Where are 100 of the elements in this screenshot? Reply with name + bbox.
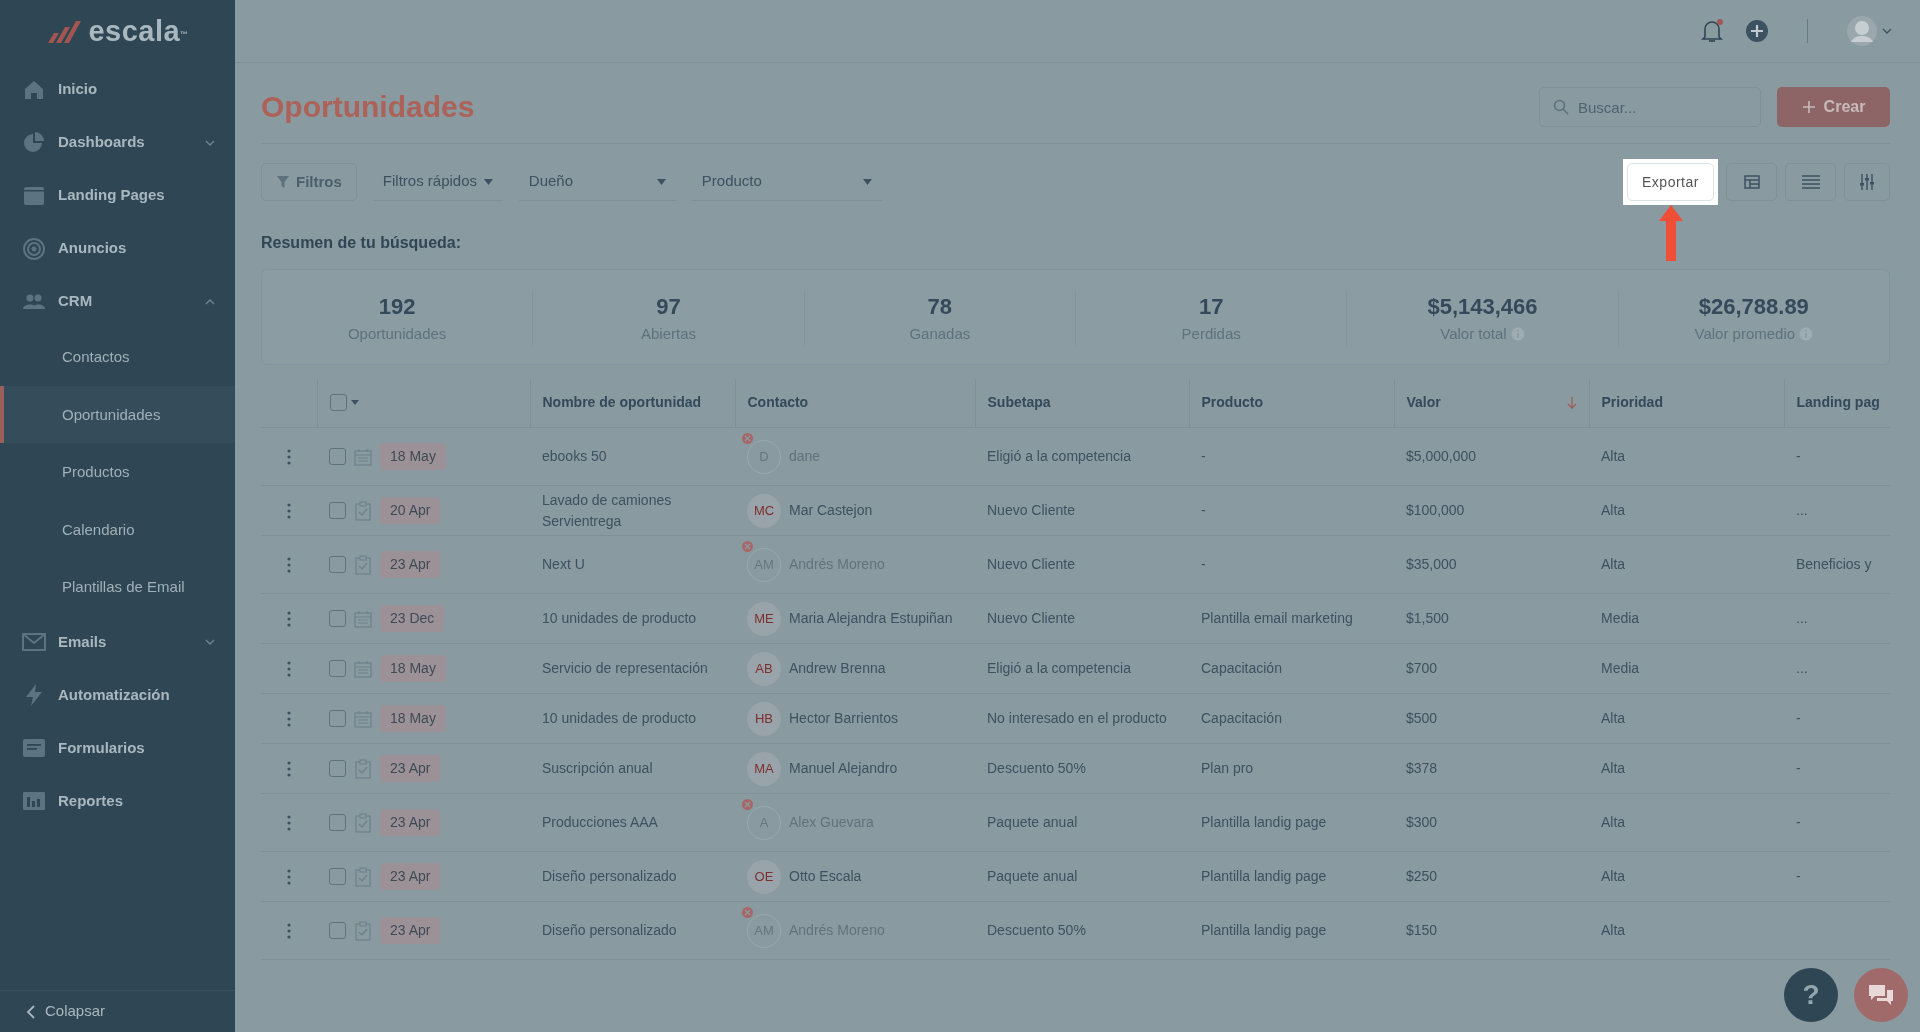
clipboard-check-icon[interactable] bbox=[354, 500, 372, 521]
table-cell: Nuevo Cliente bbox=[987, 556, 1075, 572]
column-header[interactable]: Prioridad bbox=[1601, 392, 1663, 414]
sidebar-item[interactable]: CRM bbox=[0, 275, 235, 328]
kebab-menu-icon[interactable] bbox=[287, 761, 291, 778]
date-badge: 23 Dec bbox=[380, 605, 445, 632]
table-cell: Capacitación bbox=[1201, 660, 1282, 676]
sidebar-subitem[interactable]: Calendario bbox=[0, 500, 235, 558]
contact-name[interactable]: Hector Barrientos bbox=[789, 708, 898, 729]
select-all-checkbox[interactable] bbox=[329, 394, 347, 412]
contact-name[interactable]: Mar Castejon bbox=[789, 500, 873, 521]
sidebar-item[interactable]: Inicio bbox=[0, 63, 235, 116]
column-header[interactable]: Subetapa bbox=[987, 392, 1051, 414]
contact-name[interactable]: Andrew Brenna bbox=[789, 658, 886, 679]
collapse-button[interactable]: Colapsar bbox=[0, 990, 235, 1032]
column-settings-button[interactable] bbox=[1844, 163, 1890, 201]
chevron-down-icon[interactable] bbox=[1882, 28, 1892, 34]
chat-button[interactable] bbox=[1854, 968, 1908, 1022]
kebab-menu-icon[interactable] bbox=[287, 711, 291, 728]
row-checkbox[interactable] bbox=[329, 556, 346, 573]
calendar-icon[interactable] bbox=[354, 447, 372, 466]
filter-dropdown[interactable]: Dueño bbox=[518, 163, 676, 201]
remove-icon bbox=[742, 432, 753, 444]
add-icon[interactable] bbox=[1745, 19, 1769, 43]
kebab-menu-icon[interactable] bbox=[287, 503, 291, 520]
user-avatar[interactable] bbox=[1846, 15, 1878, 47]
calendar-icon[interactable] bbox=[354, 709, 372, 728]
kebab-menu-icon[interactable] bbox=[287, 611, 291, 628]
sidebar-item[interactable]: Dashboards bbox=[0, 116, 235, 169]
contact-name[interactable]: Maria Alejandra Estupiñan bbox=[789, 608, 953, 629]
kebab-menu-icon[interactable] bbox=[287, 557, 291, 574]
kebab-menu-icon[interactable] bbox=[287, 661, 291, 678]
sidebar-subitem[interactable]: Plantillas de Email bbox=[0, 558, 235, 616]
sidebar-subitem[interactable]: Productos bbox=[0, 443, 235, 501]
export-button[interactable]: Exportar bbox=[1627, 163, 1714, 201]
sort-down-icon[interactable] bbox=[1566, 396, 1577, 409]
create-button[interactable]: Crear bbox=[1777, 87, 1890, 127]
layout-view-button[interactable] bbox=[1726, 163, 1777, 201]
row-checkbox[interactable] bbox=[329, 610, 346, 627]
column-header[interactable]: Valor bbox=[1406, 392, 1441, 414]
contact-name[interactable]: Manuel Alejandro bbox=[789, 758, 898, 779]
sidebar-item[interactable]: Reportes bbox=[0, 774, 235, 828]
column-header[interactable]: Contacto bbox=[747, 392, 809, 414]
row-checkbox[interactable] bbox=[329, 448, 346, 465]
remove-icon bbox=[742, 798, 753, 810]
list-view-button[interactable] bbox=[1785, 163, 1836, 201]
kebab-menu-icon[interactable] bbox=[287, 923, 291, 940]
kebab-menu-icon[interactable] bbox=[287, 449, 291, 466]
sidebar-subitem[interactable]: Contactos bbox=[0, 328, 235, 386]
funnel-icon bbox=[276, 175, 290, 189]
contact-name[interactable]: Otto Escala bbox=[789, 866, 862, 887]
sidebar-subitem[interactable]: Oportunidades bbox=[0, 385, 235, 443]
calendar-icon[interactable] bbox=[354, 609, 372, 628]
filter-dropdown[interactable]: Producto bbox=[691, 163, 882, 201]
column-header[interactable]: Landing pag bbox=[1796, 392, 1880, 414]
column-header[interactable]: Nombre de oportunidad bbox=[542, 392, 702, 414]
row-checkbox[interactable] bbox=[329, 814, 346, 831]
row-checkbox[interactable] bbox=[329, 922, 346, 939]
date-badge: 18 May bbox=[380, 705, 446, 732]
table-cell: ... bbox=[1796, 502, 1808, 518]
table-cell: Alta bbox=[1601, 502, 1626, 518]
stat-value: 192 bbox=[377, 293, 417, 321]
table-cell: Media bbox=[1601, 660, 1640, 676]
chevron-left-icon bbox=[26, 1004, 35, 1019]
chat-icon bbox=[1867, 983, 1895, 1007]
row-checkbox[interactable] bbox=[329, 502, 346, 519]
row-checkbox[interactable] bbox=[329, 760, 346, 777]
filter-dropdown[interactable]: Filtros rápidos bbox=[372, 163, 503, 201]
sidebar-item[interactable]: Anuncios bbox=[0, 222, 235, 275]
calendar-icon[interactable] bbox=[354, 659, 372, 678]
clipboard-check-icon[interactable] bbox=[354, 554, 372, 575]
table-cell: Alta bbox=[1601, 556, 1626, 572]
table-cell: Eligió a la competencia bbox=[987, 660, 1131, 676]
table-cell: - bbox=[1201, 448, 1206, 464]
clipboard-check-icon[interactable] bbox=[354, 920, 372, 941]
sidebar-item[interactable]: Emails bbox=[0, 615, 235, 669]
sidebar-item[interactable]: Landing Pages bbox=[0, 169, 235, 222]
contact-avatar: MA bbox=[747, 751, 781, 786]
search-field[interactable]: Buscar... bbox=[1539, 87, 1761, 127]
sidebar-item[interactable]: Formularios bbox=[0, 721, 235, 775]
clipboard-check-icon[interactable] bbox=[354, 812, 372, 833]
table-cell: Plantilla landig page bbox=[1201, 814, 1327, 830]
row-checkbox[interactable] bbox=[329, 710, 346, 727]
row-checkbox[interactable] bbox=[329, 868, 346, 885]
table-cell: Alta bbox=[1601, 760, 1626, 776]
sidebar-item[interactable]: Automatización bbox=[0, 668, 235, 722]
row-checkbox[interactable] bbox=[329, 660, 346, 677]
clipboard-check-icon[interactable] bbox=[354, 758, 372, 779]
caret-down-icon[interactable] bbox=[350, 400, 359, 406]
column-header[interactable]: Producto bbox=[1201, 392, 1263, 414]
date-badge: 23 Apr bbox=[380, 551, 441, 578]
table-cell: Media bbox=[1601, 610, 1640, 626]
help-button[interactable]: ? bbox=[1784, 968, 1838, 1022]
table-cell: Next U bbox=[530, 535, 735, 594]
kebab-menu-icon[interactable] bbox=[287, 815, 291, 832]
filters-button[interactable]: Filtros bbox=[261, 163, 357, 201]
bell-icon[interactable] bbox=[1699, 18, 1725, 44]
table-cell: Eligió a la competencia bbox=[987, 448, 1131, 464]
clipboard-check-icon[interactable] bbox=[354, 866, 372, 887]
kebab-menu-icon[interactable] bbox=[287, 869, 291, 886]
